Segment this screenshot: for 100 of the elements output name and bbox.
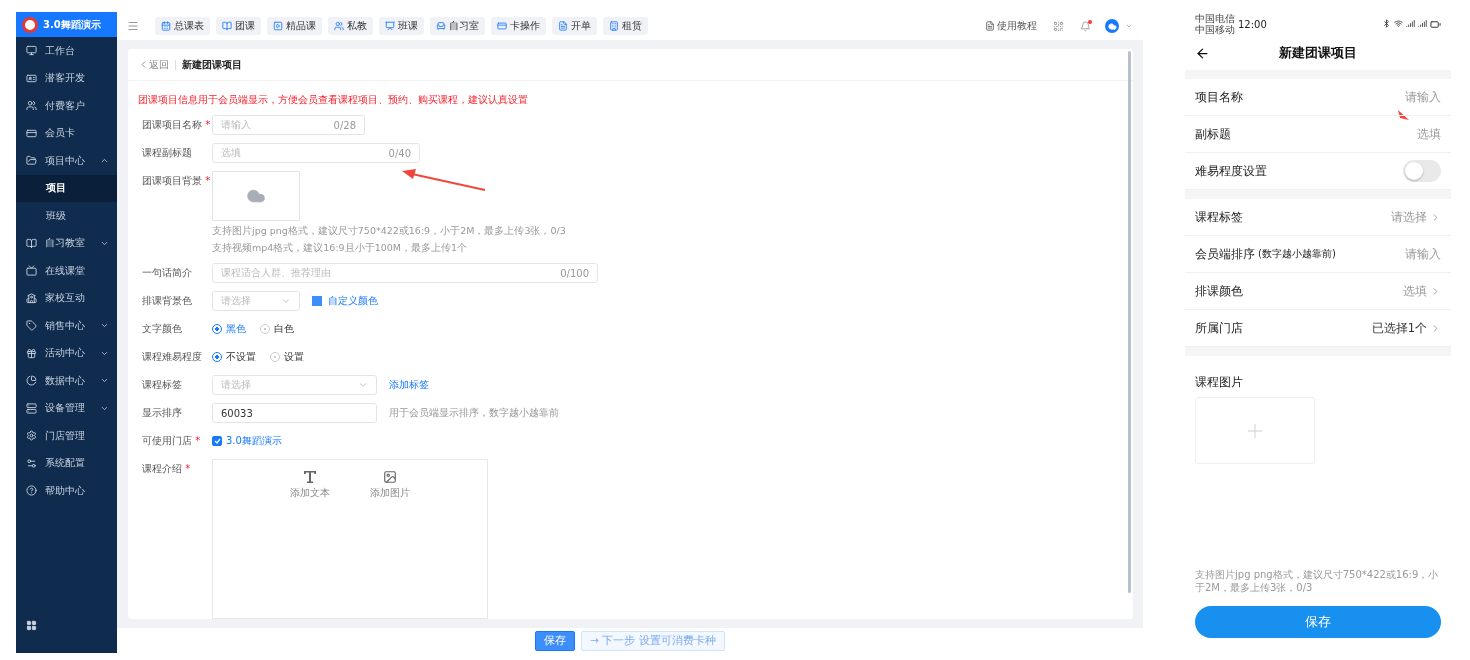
radio-option[interactable]: 设置 (270, 347, 304, 367)
brand-name: 3.0舞蹈演示 (43, 17, 101, 32)
scrollbar[interactable] (1128, 51, 1131, 593)
nav-tab[interactable]: 精品课 (267, 17, 322, 35)
nav-tab[interactable]: 私教 (328, 17, 373, 35)
sidebar-item[interactable]: 自习教室 (16, 229, 117, 257)
row-label: 课程标签 (1195, 208, 1243, 226)
chevron-down-icon (281, 296, 291, 306)
signal-icon (1418, 18, 1427, 28)
sidebar-item[interactable]: 项目中心 (16, 147, 117, 175)
chair-icon (436, 21, 446, 31)
caret-icon (1125, 22, 1133, 30)
sidebar-subitem[interactable]: 班级 (16, 202, 117, 230)
radio-option[interactable]: 不设置 (212, 347, 256, 367)
presentation-icon (385, 21, 395, 31)
avatar-icon[interactable] (1105, 19, 1119, 33)
row-label: 会员端排序 (1195, 245, 1255, 263)
sidebar-item[interactable]: 工作台 (16, 37, 117, 65)
settings-icon (26, 430, 37, 442)
sidebar-subitem[interactable]: 项目 (16, 174, 117, 202)
sidebar-item[interactable]: 数据中心 (16, 367, 117, 395)
nav-tab[interactable]: 团课 (216, 17, 261, 35)
sidebar-item[interactable]: 活动中心 (16, 339, 117, 367)
action-link[interactable]: 自定义颜色 (328, 291, 378, 311)
sidebar-item[interactable]: 设备管理 (16, 394, 117, 422)
row-value: 选填 (1403, 283, 1427, 299)
notice-text: 团课项目信息用于会员端显示，方便会员查看课程项目、预约、购买课程，建议认真设置 (137, 93, 529, 107)
sidebar-item[interactable]: 销售中心 (16, 312, 117, 340)
checkbox[interactable] (212, 436, 222, 446)
battery-icon (1430, 18, 1441, 30)
field-label: 团课项目名称 * (142, 118, 212, 132)
grid-icon (26, 620, 37, 631)
row-label: 项目名称 (1195, 88, 1243, 106)
upload-hint: 支持图片jpg png格式，建议尺寸750*422或16:9，小于2M，最多上传3张，0/3 (212, 225, 566, 238)
sidebar-item[interactable]: 门店管理 (16, 422, 117, 450)
folder-icon (26, 155, 37, 167)
bell-icon[interactable] (1080, 20, 1091, 32)
users-icon (26, 100, 37, 112)
card-icon (26, 127, 37, 139)
upload-hint: 支持图片jpg png格式，建议尺寸750*422或16:9，小于2M，最多上传3张，0/3 (1195, 568, 1440, 594)
users-icon (334, 21, 344, 31)
screen-title: 新建团课项目 (1279, 44, 1357, 62)
nav-tab[interactable]: 卡操作 (491, 17, 546, 35)
row-note: (数字越小越靠前) (1258, 247, 1336, 261)
pie-chart-icon (26, 375, 37, 387)
nav-tab[interactable]: 班课 (379, 17, 424, 35)
tv-icon (26, 265, 37, 277)
sidebar-item[interactable]: 潜客开发 (16, 64, 117, 92)
row-value: 请输入 (1405, 89, 1441, 105)
carrier-name: 中国移动 (1195, 24, 1235, 35)
field-label: 课程副标题 (142, 146, 193, 160)
sidebar-item[interactable]: 系统配置 (16, 449, 117, 477)
editor-tool[interactable]: 添加图片 (370, 470, 410, 506)
field-hint: 用于会员端显示排序，数字越小越靠前 (389, 406, 559, 420)
sidebar-item[interactable]: 在线课堂 (16, 257, 117, 285)
nav-tab[interactable]: 租赁 (603, 17, 648, 35)
input-field[interactable]: 60033 (212, 403, 377, 423)
nav-tab[interactable]: 自习室 (430, 17, 485, 35)
annotation-arrow (1397, 108, 1411, 122)
form-row[interactable]: 项目名称 请输入 (1185, 79, 1451, 116)
row-label: 副标题 (1195, 125, 1231, 143)
bluetooth-icon (1382, 18, 1391, 28)
color-swatch[interactable] (312, 296, 322, 306)
section-label: 课程图片 (1195, 374, 1244, 391)
sidebar-item[interactable]: 家校互动 (16, 284, 117, 312)
checkbox-label: 3.0舞蹈演示 (226, 434, 282, 448)
clock-time: 12:00 (1238, 18, 1267, 30)
field-label: 课程难易程度 (142, 350, 203, 364)
logo-icon (22, 16, 38, 33)
sidebar-item[interactable]: 付费客户 (16, 92, 117, 120)
sidebar-item[interactable]: 会员卡 (16, 119, 117, 147)
row-value: 请输入 (1405, 246, 1441, 262)
radio-option[interactable]: 白色 (260, 319, 294, 339)
rich-text-editor[interactable]: 添加文本 添加图片 (212, 459, 488, 619)
gift-icon (26, 347, 37, 359)
sidebar-item[interactable]: 帮助中心 (16, 477, 117, 505)
image-upload-box[interactable] (1195, 397, 1315, 464)
form-row[interactable]: 排课颜色 选填 (1185, 273, 1451, 310)
action-link[interactable]: 添加标签 (389, 375, 429, 395)
form-row[interactable]: 课程标签 请选择 (1185, 199, 1451, 236)
nav-tab[interactable]: 总课表 (155, 17, 210, 35)
upload-area[interactable] (212, 171, 300, 221)
back-link[interactable]: 返回 (138, 57, 169, 72)
upload-hint: 支持视频mp4格式，建议16:9且小于100M，最多上传1个 (212, 242, 469, 255)
editor-tool[interactable]: 添加文本 (290, 470, 330, 506)
school-icon (26, 292, 37, 304)
toggle-switch[interactable] (1403, 160, 1441, 182)
nav-tab[interactable]: 开单 (552, 17, 597, 35)
tutorial-link[interactable]: 使用教程 (985, 19, 1037, 33)
building-icon (609, 21, 619, 31)
back-arrow-icon[interactable] (1195, 45, 1210, 61)
chevron-down-icon (358, 380, 368, 390)
form-row[interactable]: 会员端排序 (数字越小越靠前) 请输入 (1185, 236, 1451, 273)
field-label: 一句话简介 (142, 266, 193, 280)
page-title: 新建团课项目 (182, 57, 242, 72)
radio-option[interactable]: 黑色 (212, 319, 246, 339)
field-label: 课程标签 (142, 378, 183, 392)
form-row[interactable]: 副标题 选填 (1185, 116, 1451, 153)
play-icon (273, 21, 283, 31)
field-label: 团课项目背景 * (142, 174, 212, 188)
